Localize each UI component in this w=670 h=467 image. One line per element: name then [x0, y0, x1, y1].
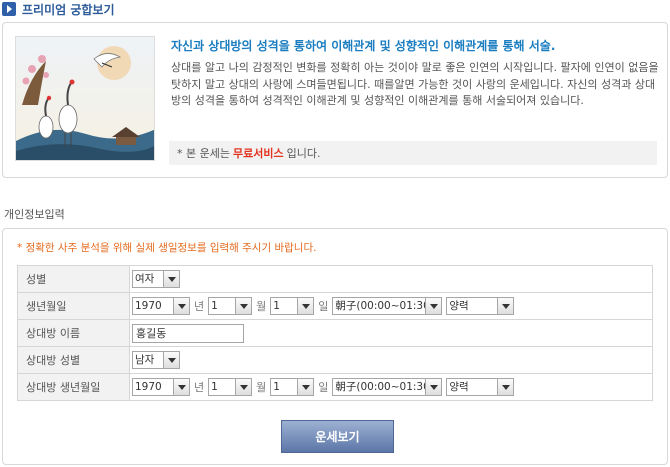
partner-year-unit: 년: [194, 381, 205, 394]
chevron-down-icon: [173, 379, 189, 395]
intro-description: 상대를 알고 나의 감정적인 변화를 정확히 아는 것이야 말로 좋은 인연의 …: [171, 61, 659, 107]
partner-birthdate-label: 상대방 생년월일: [17, 373, 130, 401]
birth-day-value: 1: [273, 300, 280, 312]
year-unit: 년: [194, 300, 205, 313]
gender-row: 성별 여자: [17, 265, 653, 293]
chevron-down-icon: [297, 298, 314, 314]
notice-prefix: * 본 운세는: [177, 147, 230, 160]
birth-month-value: 1: [211, 300, 218, 312]
notice-suffix: 입니다.: [286, 147, 321, 160]
birthdate-row: 생년월일 1970 년 1 월 1 일 朝子(00:00~01:30) 양력: [17, 292, 653, 320]
chevron-down-icon: [163, 271, 179, 287]
intro-panel: 자신과 상대방의 성격을 통하여 이해관계 및 성향적인 이해관계를 통해 서술…: [2, 22, 668, 178]
birth-calendar-value: 양력: [449, 300, 469, 312]
partner-name-input[interactable]: [132, 323, 244, 343]
partner-gender-select[interactable]: 남자: [132, 351, 180, 369]
birth-year-value: 1970: [135, 300, 162, 312]
partner-birth-day-value: 1: [273, 381, 280, 393]
birthdate-label: 생년월일: [17, 292, 130, 320]
month-unit: 월: [256, 300, 267, 313]
gender-select[interactable]: 여자: [132, 270, 180, 288]
notice-highlight: 무료서비스: [232, 147, 284, 160]
partner-birth-year-select[interactable]: 1970: [132, 378, 190, 396]
cranes-illustration: [15, 36, 155, 161]
gender-value: 여자: [135, 273, 155, 285]
accuracy-warning: * 정확한 사주 분석을 위해 실제 생일정보를 입력해 주시기 바랍니다.: [17, 242, 317, 254]
partner-birth-calendar-select[interactable]: 양력: [446, 378, 515, 396]
birth-month-select[interactable]: 1: [208, 297, 253, 315]
partner-gender-row: 상대방 성별 남자: [17, 346, 653, 374]
partner-month-unit: 월: [256, 381, 267, 394]
partner-birth-time-select[interactable]: 朝子(00:00~01:30): [332, 378, 443, 396]
intro-headline: 자신과 상대방의 성격을 통하여 이해관계 및 성향적인 이해관계를 통해 서술…: [171, 39, 556, 53]
chevron-down-icon: [173, 298, 189, 314]
arrow-right-icon: [2, 2, 16, 16]
gender-label: 성별: [17, 265, 130, 293]
input-form-panel: * 정확한 사주 분석을 위해 실제 생일정보를 입력해 주시기 바랍니다. 성…: [2, 228, 668, 465]
chevron-down-icon: [497, 379, 514, 395]
partner-name-label: 상대방 이름: [17, 319, 130, 347]
page-header: 프리미엄 궁합보기: [0, 0, 115, 18]
partner-gender-value: 남자: [135, 354, 155, 366]
partner-birth-month-value: 1: [211, 381, 218, 393]
partner-birth-month-select[interactable]: 1: [208, 378, 253, 396]
day-unit: 일: [318, 300, 329, 313]
chevron-down-icon: [425, 298, 442, 314]
partner-birth-time-value: 朝子(00:00~01:30): [335, 381, 426, 393]
input-table: 성별 여자 생년월일 1970 년 1 월 1 일 朝子(00:00~01:30…: [17, 265, 653, 401]
birth-time-select[interactable]: 朝子(00:00~01:30): [332, 297, 443, 315]
partner-gender-label: 상대방 성별: [17, 346, 130, 374]
partner-birthdate-row: 상대방 생년월일 1970 년 1 월 1 일 朝子(00:00~01:30) …: [17, 373, 653, 401]
birth-calendar-select[interactable]: 양력: [446, 297, 515, 315]
birth-time-value: 朝子(00:00~01:30): [335, 300, 426, 312]
chevron-down-icon: [235, 379, 252, 395]
birth-year-select[interactable]: 1970: [132, 297, 190, 315]
birth-day-select[interactable]: 1: [270, 297, 315, 315]
partner-birth-year-value: 1970: [135, 381, 162, 393]
partner-day-unit: 일: [318, 381, 329, 394]
chevron-down-icon: [235, 298, 252, 314]
chevron-down-icon: [163, 352, 179, 368]
fortune-submit-button[interactable]: 운세보기: [281, 420, 394, 453]
chevron-down-icon: [425, 379, 442, 395]
partner-name-row: 상대방 이름: [17, 319, 653, 347]
free-service-notice: * 본 운세는 무료서비스 입니다.: [169, 141, 657, 165]
partner-birth-day-select[interactable]: 1: [270, 378, 315, 396]
chevron-down-icon: [297, 379, 314, 395]
partner-birth-calendar-value: 양력: [449, 381, 469, 393]
section-label: 개인정보입력: [4, 208, 65, 221]
page-title: 프리미엄 궁합보기: [22, 2, 115, 17]
chevron-down-icon: [497, 298, 514, 314]
